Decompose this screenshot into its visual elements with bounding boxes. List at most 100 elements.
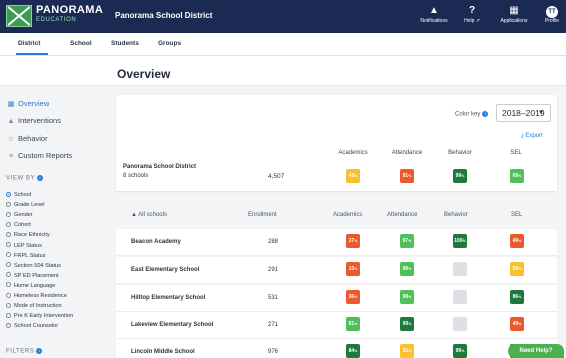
logo-name: PANORAMA	[36, 4, 104, 16]
score-unit: %	[354, 349, 358, 353]
view-by-option[interactable]: Cohort	[6, 221, 31, 229]
sidebar-item-custom-reports[interactable]: ≡ Custom Reports	[6, 150, 72, 162]
score-chip[interactable]: 97%	[400, 234, 414, 248]
score-unit: %	[354, 322, 358, 326]
school-name[interactable]: East Elementary School	[131, 267, 199, 273]
year-select[interactable]: 2018–2019 ▼	[496, 104, 551, 122]
sidebar-item-interventions[interactable]: ▲ Interventions	[6, 115, 61, 127]
view-by-option[interactable]: Section 504 Status	[6, 262, 61, 270]
radio-icon	[6, 322, 11, 328]
export-button[interactable]: ⤓ Export	[521, 133, 543, 140]
color-key[interactable]: Color key i	[455, 111, 489, 118]
tab-students[interactable]: Students	[111, 40, 139, 47]
view-by-option[interactable]: Grade Level	[6, 201, 44, 209]
info-icon[interactable]: i	[37, 175, 44, 181]
tab-groups[interactable]: Groups	[158, 40, 181, 47]
th-academics[interactable]: Academics	[333, 212, 362, 218]
score-chip[interactable]: 84%	[346, 344, 360, 358]
score-unit: %	[461, 349, 465, 353]
view-by-option[interactable]: Homeless Residence	[6, 292, 67, 300]
score-unit: %	[354, 295, 358, 299]
score-unit: %	[408, 174, 412, 178]
notifications-button[interactable]: ▲ Notifications	[414, 4, 454, 30]
score-chip[interactable]: 61%	[346, 317, 360, 331]
chevron-down-icon: ▼	[538, 110, 544, 116]
score-unit: %	[354, 239, 358, 243]
score-chip[interactable]: 96%	[400, 262, 414, 276]
th-sel[interactable]: SEL	[511, 212, 522, 218]
avatar: TT	[546, 6, 558, 18]
school-name[interactable]: Lakeview Elementary School	[131, 322, 213, 328]
star-icon: ☆	[7, 136, 15, 143]
help-link[interactable]: ? Help ↗	[460, 4, 484, 30]
need-help-button[interactable]: Need Help?	[508, 344, 564, 358]
radio-icon	[6, 242, 11, 247]
score-chip[interactable]	[453, 262, 467, 276]
tab-school[interactable]: School	[70, 40, 92, 47]
info-icon[interactable]: i	[36, 348, 43, 354]
school-name[interactable]: Lincoln Middle School	[131, 349, 195, 355]
view-by-option-label: Grade Level	[14, 202, 45, 209]
score-chip[interactable]: 36%	[346, 290, 360, 304]
info-icon[interactable]: i	[482, 111, 489, 117]
applications-button[interactable]: ▦ Applications	[494, 4, 534, 30]
score-chip[interactable]: 91%	[400, 169, 414, 183]
district-summary-name[interactable]: Panorama School District	[123, 164, 196, 170]
score-chip[interactable]: 99%	[453, 169, 467, 183]
view-by-option[interactable]: Race Ethnicity	[6, 231, 50, 239]
grid-icon: ▦	[509, 5, 519, 16]
view-by-option[interactable]: School Counselor	[6, 322, 58, 330]
sort-all-schools[interactable]: ▲ All schools	[131, 212, 167, 218]
score-chip[interactable]: 49%	[510, 234, 524, 248]
score-chip[interactable]: 48%	[346, 169, 360, 183]
radio-icon	[6, 201, 11, 207]
sidebar-item-overview[interactable]: ▦ Overview	[6, 98, 50, 110]
view-by-option[interactable]: LEP Status	[6, 242, 42, 250]
table-row[interactable]	[116, 229, 557, 255]
view-by-option[interactable]: School	[6, 191, 31, 199]
score-chip[interactable]: 86%	[510, 290, 524, 304]
help-icon: ?	[468, 5, 476, 16]
view-by-option[interactable]: Mode of Instruction	[6, 302, 62, 310]
profile-button[interactable]: TT Profile	[540, 4, 564, 30]
view-by-option-label: School	[14, 192, 32, 198]
th-enrollment[interactable]: Enrollment	[248, 212, 277, 218]
score-chip[interactable]: 98%	[400, 290, 414, 304]
score-chip[interactable]: 100%	[453, 234, 467, 248]
score-chip[interactable]	[453, 317, 467, 331]
score-chip[interactable]: 49%	[510, 317, 524, 331]
score-chip[interactable]: 91%	[400, 344, 414, 358]
school-name[interactable]: Hilltop Elementary School	[131, 295, 205, 301]
sidebar-item-behavior[interactable]: ☆ Behavior	[6, 133, 48, 145]
panorama-logo[interactable]: PANORAMA EDUCATION	[6, 3, 106, 30]
score-chip[interactable]: 37%	[346, 234, 360, 248]
score-chip[interactable]: 69%	[510, 169, 524, 183]
score-chip[interactable]	[453, 290, 467, 304]
view-by-option[interactable]: SP ED Placement	[6, 272, 59, 280]
school-name[interactable]: Beacon Academy	[131, 239, 181, 245]
view-by-option-label: Race Ethnicity	[14, 232, 50, 239]
sidebar-item-label: Behavior	[18, 134, 48, 143]
summary-col-sel: SEL	[510, 150, 522, 156]
tab-district[interactable]: District	[18, 40, 40, 47]
score-unit: %	[408, 239, 412, 243]
view-by-option[interactable]: Gender	[6, 211, 33, 219]
school-enrollment: 531	[267, 295, 278, 301]
score-unit: %	[461, 174, 465, 178]
view-by-option[interactable]: Pre K Early Intervention	[6, 312, 73, 320]
view-by-option-label: Homeless Residence	[14, 293, 67, 299]
view-by-option-label: FRPL Status	[14, 252, 46, 259]
th-behavior[interactable]: Behavior	[444, 212, 468, 218]
district-school-count: 8 schools	[123, 173, 149, 179]
score-chip[interactable]: 10%	[346, 262, 360, 276]
view-by-option[interactable]: FRPL Status	[6, 252, 46, 260]
filters-label: FILTERS i	[6, 348, 43, 355]
th-attendance[interactable]: Attendance	[387, 212, 417, 218]
score-chip[interactable]: 50%	[510, 262, 524, 276]
district-summary-card	[116, 95, 557, 191]
sidebar-item-label: Interventions	[18, 116, 61, 125]
score-chip[interactable]: 99%	[400, 317, 414, 331]
help-label: Help ↗	[464, 18, 480, 24]
view-by-option[interactable]: Home Language	[6, 282, 55, 290]
score-chip[interactable]: 99%	[453, 344, 467, 358]
